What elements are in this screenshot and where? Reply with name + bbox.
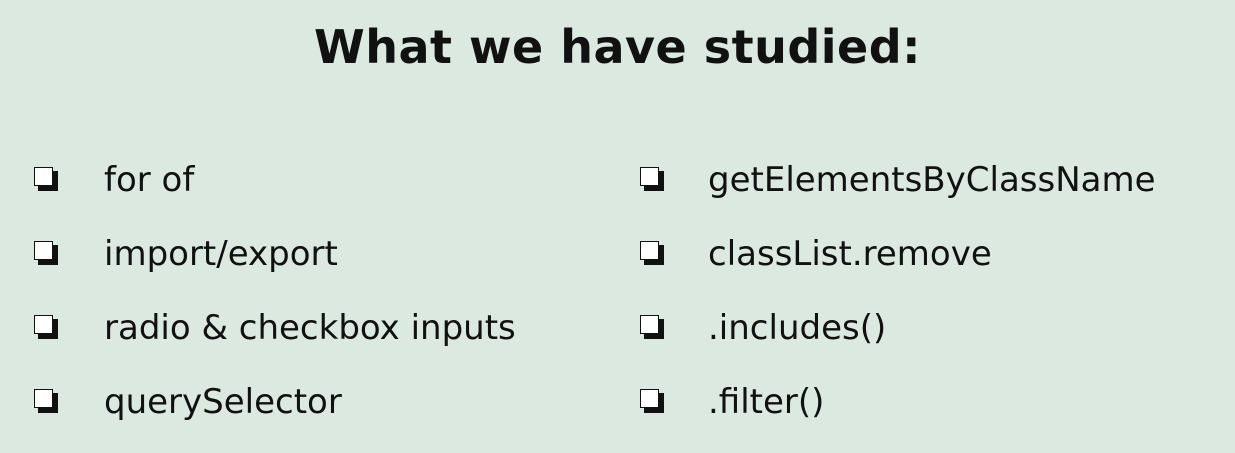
- list-item-label: .filter(): [708, 382, 825, 422]
- checkbox-bullet-icon: [640, 389, 664, 413]
- checkbox-bullet-icon: [640, 315, 664, 339]
- checkbox-bullet-icon: [640, 241, 664, 265]
- list-item-label: .includes(): [708, 308, 887, 348]
- slide: What we have studied: for of import/expo…: [0, 0, 1235, 453]
- checkbox-bullet-icon: [34, 389, 58, 413]
- list-item-label: getElementsByClassName: [708, 160, 1156, 200]
- slide-title: What we have studied:: [313, 20, 922, 74]
- checkbox-bullet-icon: [34, 241, 58, 265]
- checkbox-bullet-icon: [34, 315, 58, 339]
- checkbox-bullet-icon: [34, 167, 58, 191]
- list-item-label: for of: [104, 160, 195, 200]
- list-item-label: radio & checkbox inputs: [104, 308, 516, 348]
- list-item-label: querySelector: [104, 382, 342, 422]
- checkbox-bullet-icon: [640, 167, 664, 191]
- list-item-label: import/export: [104, 234, 338, 274]
- list-item-label: classList.remove: [708, 234, 992, 274]
